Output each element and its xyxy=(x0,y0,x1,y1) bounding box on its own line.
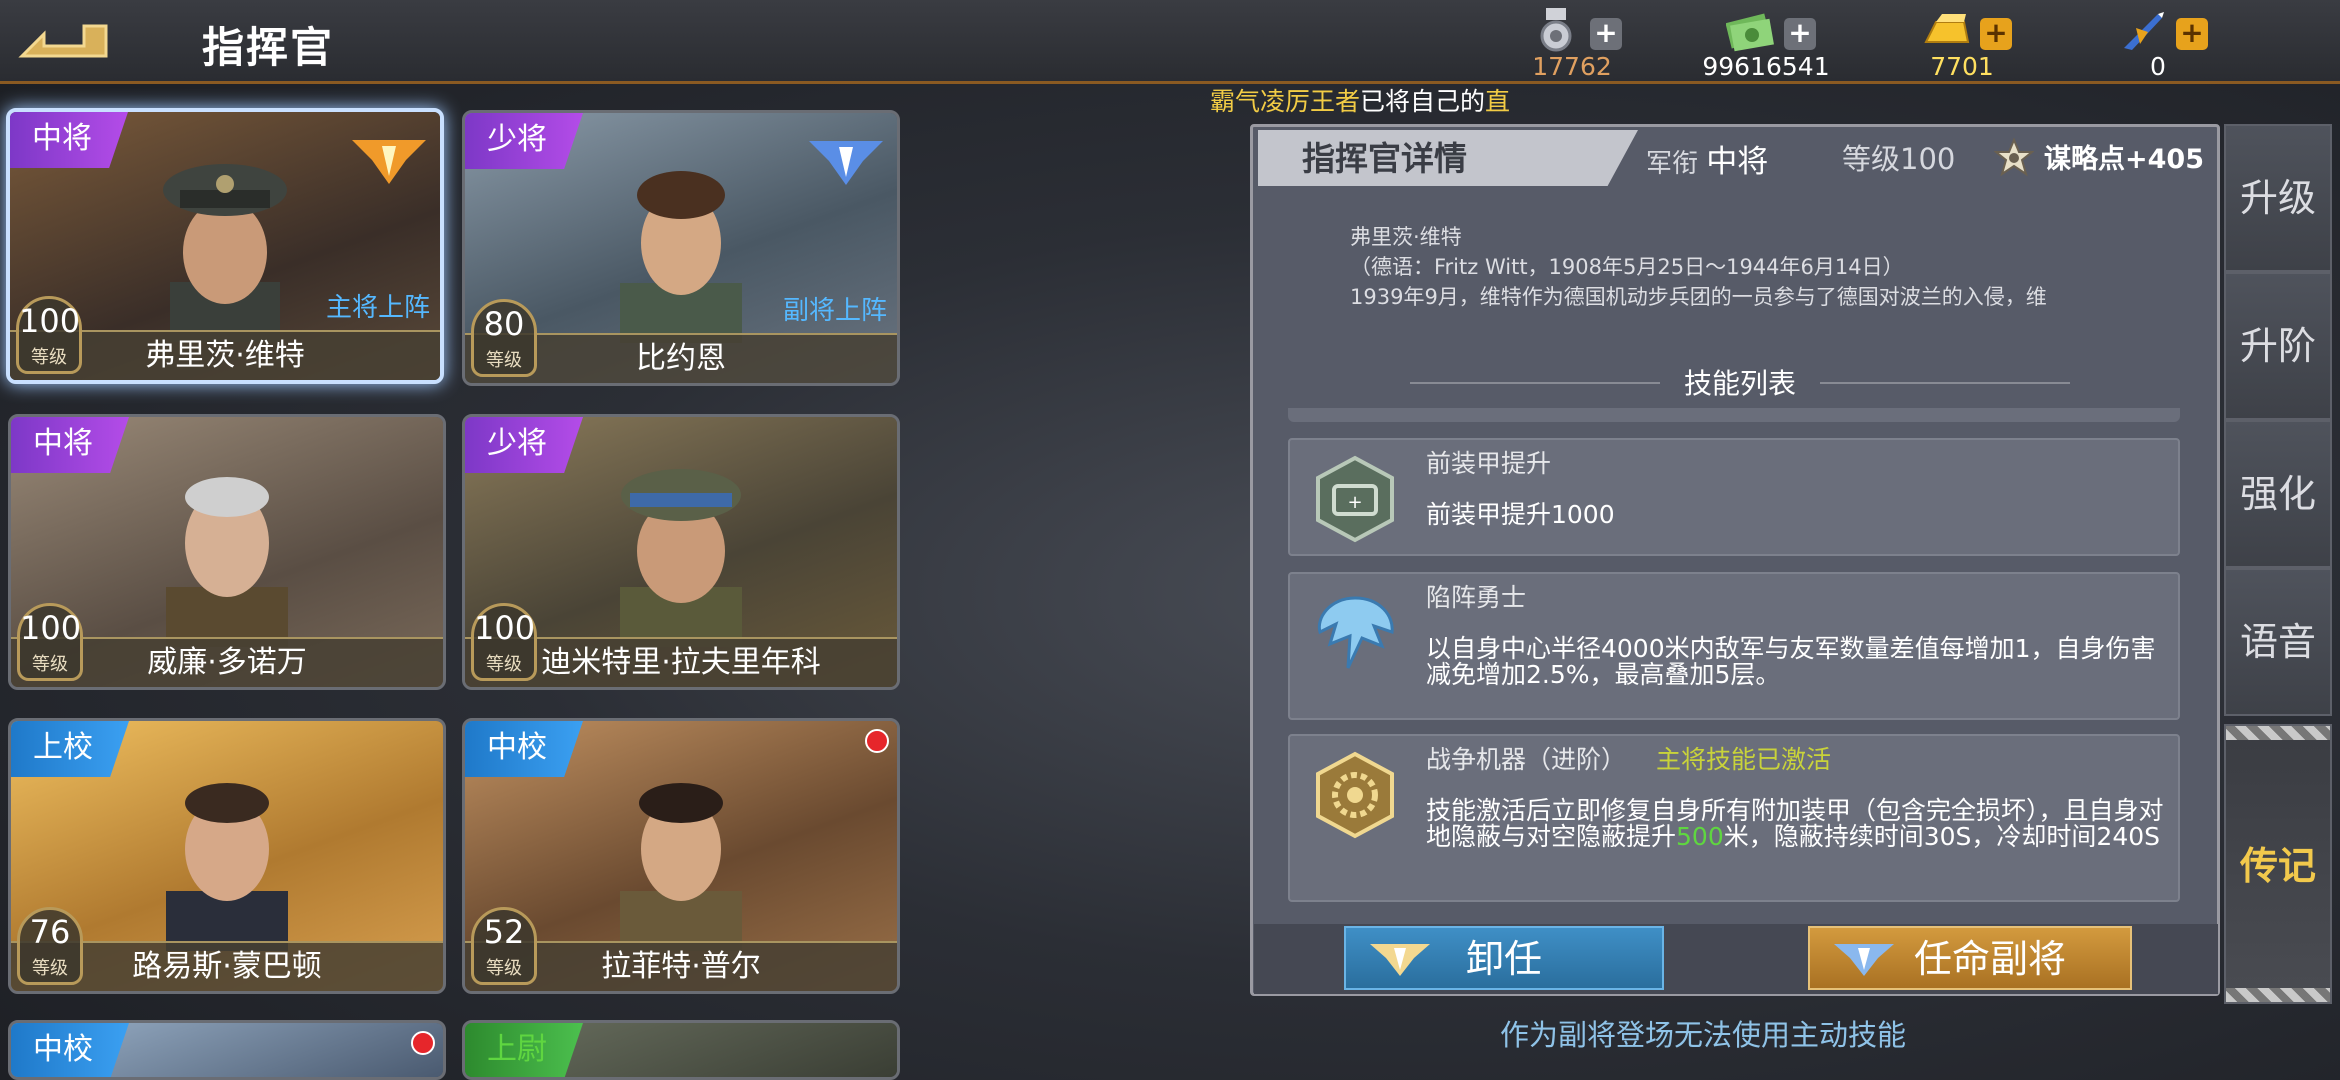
wing-emblem-icon xyxy=(1370,944,1430,976)
rank-info: 军衔 中将 xyxy=(1646,144,1769,180)
role-label: 主将上阵 xyxy=(325,293,430,323)
rank-badge: 少将 xyxy=(465,113,583,169)
commander-card[interactable]: 上校 路易斯·蒙巴顿 76 等级 xyxy=(8,718,446,994)
commander-card[interactable]: 少将 迪米特里·拉夫里年科 100 等级 xyxy=(462,414,900,690)
commander-card[interactable]: 中校 拉菲特·普尔 52 等级 xyxy=(462,718,900,994)
cash-resource: + 99616541 xyxy=(1676,4,1856,82)
level-info: 等级100 xyxy=(1842,142,1956,176)
gold-add-button[interactable]: + xyxy=(1980,18,2012,50)
commander-portrait xyxy=(166,477,288,647)
dismiss-button[interactable]: 卸任 xyxy=(1344,926,1664,990)
back-arrow-icon[interactable] xyxy=(14,12,114,64)
tab-voice[interactable]: 语音 xyxy=(2224,568,2332,716)
level-badge: 52 等级 xyxy=(471,907,537,985)
commander-portrait xyxy=(163,164,287,342)
commander-portrait xyxy=(620,783,742,951)
level-badge: 76 等级 xyxy=(17,907,83,985)
cash-icon xyxy=(1726,13,1774,52)
role-label: 副将上阵 xyxy=(782,296,887,326)
commander-card[interactable]: 中将 威廉·多诺万 100 等级 xyxy=(8,414,446,690)
cash-add-button[interactable]: + xyxy=(1784,18,1816,50)
strategy-points: 谋略点+405 xyxy=(2044,144,2204,175)
notification-dot xyxy=(411,1031,435,1055)
detail-title: 指挥官详情 xyxy=(1302,139,1467,178)
notification-dot xyxy=(865,729,889,753)
rank-badge: 中校 xyxy=(465,721,583,777)
rank-badge: 中校 xyxy=(11,1023,129,1077)
commander-card[interactable]: 中将 主将上阵 弗里茨·维特 100 等级 xyxy=(6,108,444,384)
commander-portrait xyxy=(166,783,288,951)
appoint-deputy-button[interactable]: 任命副将 xyxy=(1808,926,2132,990)
medal-icon xyxy=(1540,8,1572,52)
commander-card[interactable]: 上尉 xyxy=(462,1020,900,1080)
level-badge: 100 等级 xyxy=(16,296,82,374)
skill-item[interactable]: + 前装甲提升 前装甲提升1000 xyxy=(1288,438,2180,556)
rank-badge: 中将 xyxy=(10,112,128,168)
skill-active-status: 主将技能已激活 xyxy=(1656,745,1832,774)
strategy-point-icon xyxy=(1994,138,2034,177)
tab-enhance[interactable]: 强化 xyxy=(2224,420,2332,568)
biography-text: 弗里茨·维特 （德语：Fritz Witt，1908年5月25日～1944年6月… xyxy=(1350,225,2047,309)
wing-emblem-icon xyxy=(809,141,883,185)
skills-header: 技能列表 xyxy=(1290,362,2190,402)
skill-item[interactable]: 战争机器（进阶） 主将技能已激活 技能激活后立即修复自身所有附加装甲（包含完全损坏… xyxy=(1288,734,2180,902)
gear-icon xyxy=(1316,751,1394,839)
tab-biography[interactable]: 传记 xyxy=(2224,724,2332,1004)
wing-emblem-icon xyxy=(352,140,426,184)
dragon-icon xyxy=(1317,596,1394,669)
level-badge: 100 等级 xyxy=(471,603,537,681)
commander-portrait xyxy=(620,171,742,343)
gold-resource: + 7701 xyxy=(1872,4,2052,82)
level-badge: 100 等级 xyxy=(17,603,83,681)
tab-promote[interactable]: 升阶 xyxy=(2224,272,2332,420)
gold-bar-icon xyxy=(1924,14,1970,43)
rank-badge: 少将 xyxy=(465,417,583,473)
medal-add-button[interactable]: + xyxy=(1590,18,1622,50)
commander-portrait xyxy=(620,469,742,647)
fighter-jet-icon xyxy=(2124,12,2164,50)
wing-emblem-icon xyxy=(1834,944,1894,976)
skill-list-top xyxy=(1288,408,2180,422)
level-badge: 80 等级 xyxy=(471,299,537,377)
rank-badge: 上尉 xyxy=(465,1023,583,1077)
skill-item[interactable]: 陷阵勇士 以自身中心半径4000米内敌军与友军数量差值每增加1，自身伤害减免增加… xyxy=(1288,572,2180,720)
commander-card[interactable]: 少将 副将上阵 比约恩 80 等级 xyxy=(462,110,900,386)
jet-resource: + 0 xyxy=(2068,4,2248,82)
rank-badge: 中将 xyxy=(11,417,129,473)
commander-card[interactable]: 中校 xyxy=(8,1020,446,1080)
jet-add-button[interactable]: + xyxy=(2176,18,2208,50)
svg-text:+: + xyxy=(1347,492,1362,513)
broadcast-ticker: 霸气凌厉王者已将自己的直 xyxy=(1210,87,1511,116)
medal-resource: + 17762 xyxy=(1482,4,1662,82)
rank-badge: 上校 xyxy=(11,721,129,777)
deputy-note: 作为副将登场无法使用主动技能 xyxy=(1500,1018,1907,1052)
page-title: 指挥官 xyxy=(202,23,335,72)
armor-shield-icon: + xyxy=(1316,455,1394,543)
tab-upgrade[interactable]: 升级 xyxy=(2224,124,2332,272)
